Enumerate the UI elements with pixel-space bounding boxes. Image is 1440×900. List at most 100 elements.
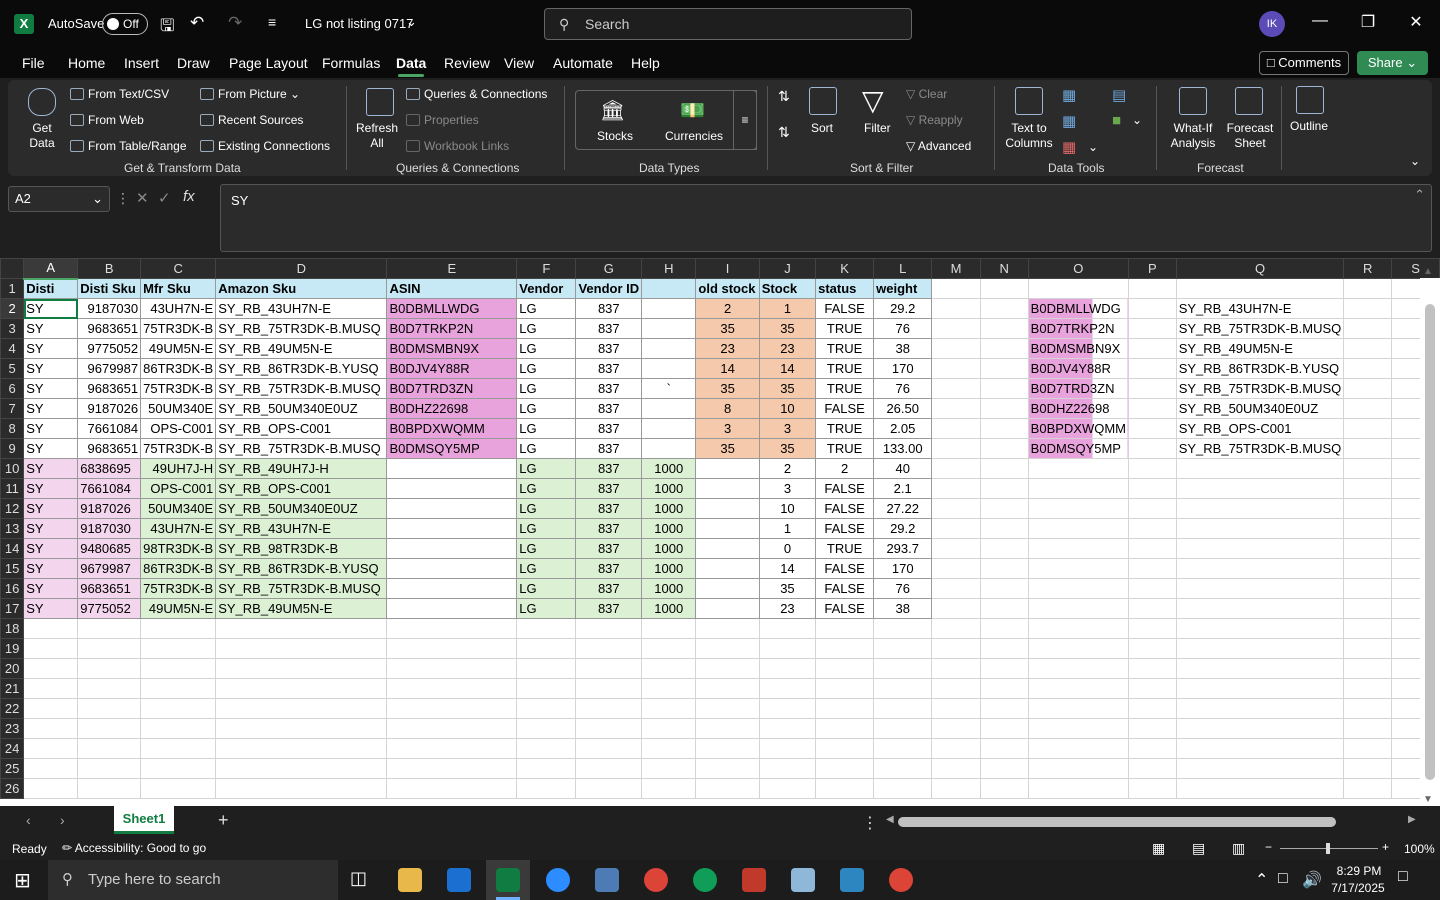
cell[interactable]: FALSE <box>815 398 875 419</box>
cell[interactable]: 1000 <box>641 478 697 499</box>
cell[interactable]: SY_RB_50UM340E0UZ <box>215 498 388 519</box>
chrome-profile-icon[interactable] <box>693 868 717 892</box>
select-all-corner[interactable] <box>0 258 25 279</box>
cell[interactable] <box>641 438 697 459</box>
cell[interactable] <box>575 658 643 679</box>
cell[interactable] <box>215 638 388 659</box>
cell[interactable] <box>1175 458 1345 479</box>
tab-formulas[interactable]: Formulas <box>322 55 380 71</box>
cell[interactable]: 0 <box>758 538 817 559</box>
cell[interactable] <box>215 758 388 779</box>
cell[interactable]: 3 <box>758 418 817 439</box>
cell[interactable] <box>386 618 518 639</box>
cell[interactable]: SY <box>23 398 79 419</box>
more-options-icon[interactable]: ⋮ <box>862 813 878 833</box>
cell[interactable] <box>641 398 697 419</box>
cell[interactable] <box>931 338 981 359</box>
cell[interactable] <box>140 658 217 679</box>
name-box[interactable]: A2 ⌄ <box>8 186 110 212</box>
cell[interactable] <box>641 338 697 359</box>
advanced-button[interactable]: ▽ Advanced <box>906 139 971 153</box>
cell[interactable]: 837 <box>575 578 643 599</box>
cell[interactable] <box>1128 418 1177 439</box>
cell[interactable] <box>1128 738 1177 759</box>
cell[interactable]: 170 <box>873 358 933 379</box>
from-web-button[interactable]: From Web <box>70 113 144 127</box>
cell[interactable] <box>1128 658 1177 679</box>
cell[interactable] <box>386 698 518 719</box>
cell[interactable]: TRUE <box>815 418 875 439</box>
sheet-tab-sheet1[interactable]: Sheet1 <box>114 806 174 834</box>
cell[interactable]: 50UM340E <box>140 398 217 419</box>
column-header[interactable]: L <box>873 258 933 279</box>
cell[interactable]: SY_RB_75TR3DK-B.MUSQ <box>1175 318 1345 339</box>
cell[interactable] <box>140 718 217 739</box>
cell[interactable]: SY <box>23 358 79 379</box>
cell[interactable] <box>386 678 518 699</box>
tab-automate[interactable]: Automate <box>553 55 613 71</box>
cell[interactable] <box>641 778 697 799</box>
cell[interactable]: TRUE <box>815 318 875 339</box>
column-header[interactable]: R <box>1343 258 1393 279</box>
cell[interactable] <box>1343 738 1393 759</box>
scroll-left-icon[interactable]: ◀ <box>886 814 894 825</box>
cell[interactable] <box>979 738 1029 759</box>
normal-view-icon[interactable]: ▦ <box>1152 840 1165 857</box>
row-header[interactable]: 12 <box>0 498 25 519</box>
cell[interactable] <box>1128 338 1177 359</box>
cell[interactable] <box>1343 658 1393 679</box>
cell[interactable]: TRUE <box>815 438 875 459</box>
cell[interactable] <box>23 618 79 639</box>
cell[interactable] <box>1343 398 1393 419</box>
sort-az-icon[interactable]: ⇅ <box>778 89 790 103</box>
cell[interactable]: 837 <box>575 358 643 379</box>
cell[interactable] <box>979 638 1029 659</box>
cell[interactable] <box>931 558 981 579</box>
cell[interactable] <box>215 678 388 699</box>
data-model-icon[interactable]: ■ <box>1112 112 1121 129</box>
cell[interactable]: 9187030 <box>77 298 142 319</box>
cell[interactable]: B0DBMLLWDG <box>386 298 518 319</box>
cell[interactable] <box>979 598 1029 619</box>
cell[interactable] <box>215 718 388 739</box>
cell[interactable] <box>140 678 217 699</box>
cell[interactable] <box>1343 758 1393 779</box>
cell[interactable]: SY <box>23 438 79 459</box>
column-header[interactable]: A <box>23 258 79 280</box>
cell[interactable]: 35 <box>758 378 817 399</box>
cell[interactable] <box>979 718 1029 739</box>
cell[interactable]: 38 <box>873 338 933 359</box>
cell[interactable]: B0DJV4Y88R <box>386 358 518 379</box>
avatar[interactable]: IK <box>1259 11 1285 37</box>
cell[interactable]: OPS-C001 <box>140 478 217 499</box>
cell[interactable] <box>931 658 981 679</box>
cell[interactable]: SY_RB_75TR3DK-B.MUSQ <box>215 578 388 599</box>
cell[interactable]: 1 <box>758 298 817 319</box>
cell[interactable] <box>979 398 1029 419</box>
cell[interactable] <box>758 778 817 799</box>
cell[interactable] <box>386 478 518 499</box>
cell[interactable]: SY <box>23 318 79 339</box>
cell[interactable] <box>1128 558 1177 579</box>
cell[interactable] <box>641 738 697 759</box>
cell[interactable]: B0D7TRKP2N <box>1027 318 1130 339</box>
cell[interactable]: B0DJV4Y88R <box>1027 358 1130 379</box>
cell[interactable] <box>215 778 388 799</box>
cell[interactable] <box>815 678 875 699</box>
cell[interactable] <box>979 458 1029 479</box>
cell[interactable] <box>77 658 142 679</box>
from-text-csv-button[interactable]: From Text/CSV <box>70 87 169 101</box>
cell[interactable] <box>979 658 1029 679</box>
cell[interactable]: 86TR3DK-B <box>140 558 217 579</box>
cell[interactable] <box>516 698 577 719</box>
row-header[interactable]: 21 <box>0 678 25 699</box>
cell[interactable]: 1000 <box>641 558 697 579</box>
cell[interactable] <box>1175 478 1345 499</box>
cell[interactable] <box>695 478 760 499</box>
cell[interactable] <box>979 698 1029 719</box>
cell[interactable] <box>140 758 217 779</box>
cell[interactable]: 837 <box>575 298 643 319</box>
cell[interactable] <box>1128 478 1177 499</box>
cell[interactable] <box>1343 618 1393 639</box>
cell[interactable]: 27.22 <box>873 498 933 519</box>
